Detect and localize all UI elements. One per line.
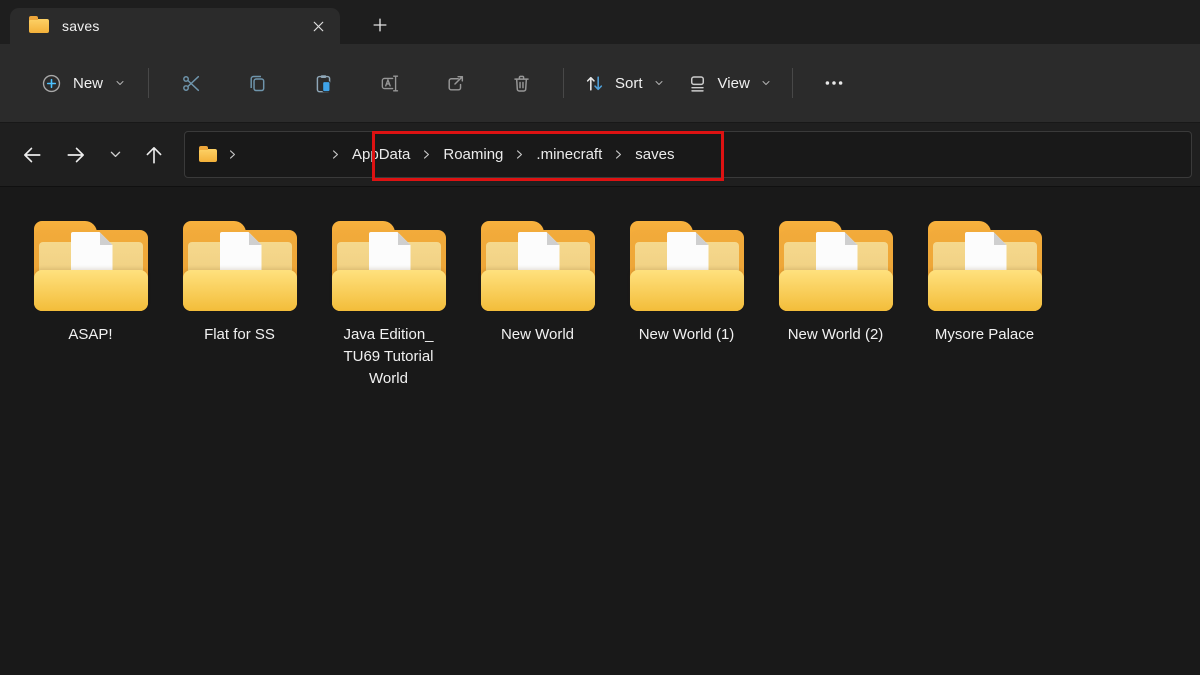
view-button-label: View	[717, 74, 750, 92]
breadcrumb-saves[interactable]: saves	[628, 141, 681, 168]
delete-icon	[511, 73, 532, 94]
folder-item-label: New World (1)	[638, 326, 735, 343]
chevron-down-icon	[760, 77, 772, 89]
file-list: ASAP! Flat for SS Java Edition_ TU69 Tut…	[0, 187, 1200, 390]
tab-saves[interactable]: saves	[10, 8, 340, 44]
sort-button-label: Sort	[615, 74, 643, 92]
chevron-down-icon	[114, 77, 126, 89]
rename-icon	[379, 73, 400, 94]
paste-button[interactable]	[301, 61, 345, 105]
rename-button[interactable]	[367, 61, 411, 105]
share-button[interactable]	[433, 61, 477, 105]
navigation-bar: AppData Roaming .minecraft saves	[0, 123, 1200, 187]
close-tab-icon[interactable]	[304, 13, 332, 39]
folder-icon	[199, 146, 217, 162]
chevron-down-icon	[653, 77, 665, 89]
share-icon	[445, 73, 466, 94]
folder-item-label: Flat for SS	[204, 326, 275, 343]
copy-button[interactable]	[235, 61, 279, 105]
back-arrow-icon[interactable]	[14, 137, 50, 173]
breadcrumb-roaming[interactable]: Roaming	[436, 141, 510, 168]
breadcrumb-appdata[interactable]: AppData	[345, 141, 417, 168]
folder-item-label: New World (2)	[787, 326, 884, 343]
folder-icon	[331, 221, 446, 311]
folder-icon	[778, 221, 893, 311]
tab-bar: saves	[0, 0, 1200, 44]
view-icon	[687, 73, 708, 94]
new-button-label: New	[73, 74, 104, 92]
new-button[interactable]: New	[28, 61, 139, 105]
folder-icon	[629, 221, 744, 311]
delete-button[interactable]	[499, 61, 543, 105]
folder-item-asap[interactable]: ASAP!	[16, 221, 165, 346]
breadcrumb-chevron-icon[interactable]	[420, 148, 433, 161]
cut-button[interactable]	[169, 61, 213, 105]
view-button[interactable]: View	[676, 61, 783, 105]
copy-icon	[247, 73, 268, 94]
breadcrumb-chevron-icon[interactable]	[513, 148, 526, 161]
folder-item-label: New World	[500, 326, 575, 343]
breadcrumb-chevron-icon[interactable]	[226, 148, 239, 161]
hidden-path-segment	[242, 150, 326, 160]
folder-item-new-world-1[interactable]: New World (1)	[612, 221, 761, 346]
address-bar[interactable]: AppData Roaming .minecraft saves	[184, 131, 1192, 178]
recent-locations-chevron-icon[interactable]	[102, 137, 128, 173]
toolbar-separator	[791, 68, 793, 98]
folder-item-label: Java Edition_ TU69 Tutorial World	[343, 326, 434, 387]
command-bar: New Sort View	[0, 44, 1200, 123]
paste-icon	[313, 73, 334, 94]
folder-icon	[182, 221, 297, 311]
folder-icon	[927, 221, 1042, 311]
file-explorer-window: saves New Sort View AppData Roaming .min…	[0, 0, 1200, 675]
see-more-icon	[823, 72, 845, 94]
see-more-button[interactable]	[811, 61, 857, 105]
folder-item-label: Mysore Palace	[934, 326, 1035, 343]
folder-icon	[480, 221, 595, 311]
nav-buttons	[0, 137, 184, 173]
folder-item-java-edition-tu69-tutorial-world[interactable]: Java Edition_ TU69 Tutorial World	[314, 221, 463, 390]
up-arrow-icon[interactable]	[136, 137, 172, 173]
forward-arrow-icon[interactable]	[58, 137, 94, 173]
toolbar-separator	[563, 68, 565, 98]
new-tab-button[interactable]	[366, 12, 394, 38]
folder-item-label: ASAP!	[68, 326, 113, 343]
tab-title: saves	[62, 18, 100, 34]
folder-icon	[33, 221, 148, 311]
breadcrumb-chevron-icon[interactable]	[612, 148, 625, 161]
folder-item-new-world-2[interactable]: New World (2)	[761, 221, 910, 346]
folder-item-mysore-palace[interactable]: Mysore Palace	[910, 221, 1059, 346]
folder-item-new-world[interactable]: New World	[463, 221, 612, 346]
folder-item-flat-for-ss[interactable]: Flat for SS	[165, 221, 314, 346]
toolbar-separator	[148, 68, 150, 98]
cut-icon	[181, 73, 202, 94]
sort-button[interactable]: Sort	[573, 61, 676, 105]
sort-arrows-icon	[584, 73, 605, 94]
folder-icon	[29, 16, 49, 33]
breadcrumb-minecraft[interactable]: .minecraft	[529, 141, 609, 168]
plus-circle-icon	[41, 73, 62, 94]
breadcrumb-chevron-icon[interactable]	[329, 148, 342, 161]
